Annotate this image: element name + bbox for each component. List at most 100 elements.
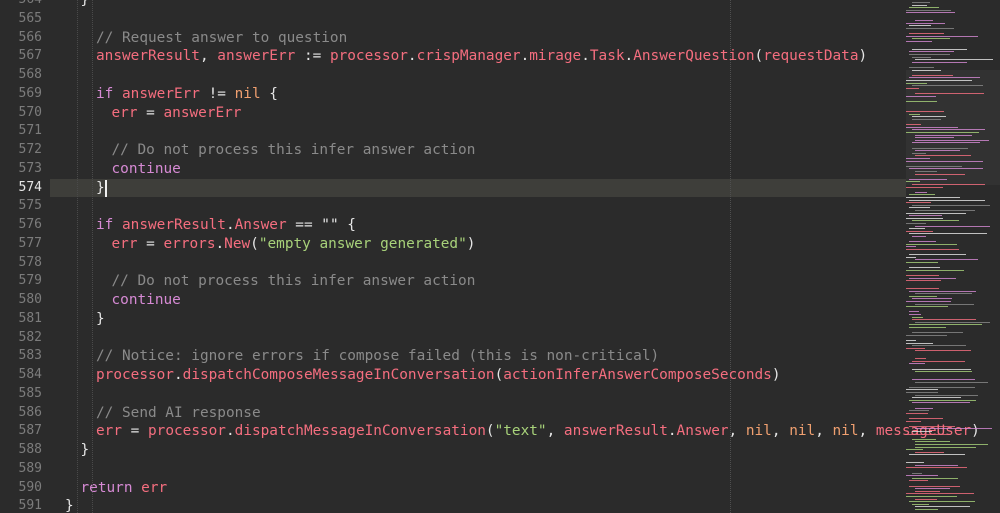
minimap-line <box>906 41 932 42</box>
minimap-line <box>912 431 933 432</box>
minimap-line <box>906 12 956 14</box>
line-number: 569 <box>18 85 42 101</box>
line-number: 577 <box>18 235 42 251</box>
minimap-line <box>909 33 944 35</box>
minimap-line <box>912 4 928 6</box>
minimap-line <box>915 225 990 227</box>
minimap-line <box>909 267 940 269</box>
active-line-highlight <box>50 178 906 198</box>
minimap-line <box>912 220 959 222</box>
minimap-line <box>909 254 966 256</box>
line-number: 565 <box>18 10 42 26</box>
code-token: . <box>624 48 634 65</box>
line-number-gutter: 564565 566 567 568 569 570 571 572 573 574 575 576 5… <box>0 0 50 513</box>
code-token: } <box>65 498 74 513</box>
minimap-line <box>912 2 931 3</box>
code-token: continue <box>111 292 181 308</box>
indent-guide <box>92 0 93 513</box>
code-area[interactable]: }// Request answer to question answerResu… <box>50 0 980 513</box>
code-line: err = processor.dispatchMessageInConvers… <box>96 422 980 441</box>
code-line: answerResult, answerErr := processor.cri… <box>96 47 867 66</box>
minimap-line <box>912 477 959 479</box>
minimap-line <box>906 28 955 29</box>
minimap-line <box>906 420 921 422</box>
minimap-line <box>909 314 922 315</box>
code-editor[interactable]: 564565 566 567 568 569 570 571 572 573 574 575 576 5… <box>0 0 1000 513</box>
minimap-line <box>909 7 939 9</box>
minimap-line <box>912 503 929 505</box>
minimap-line <box>906 230 934 232</box>
minimap-line <box>915 139 990 141</box>
minimap-line <box>906 449 923 451</box>
minimap-line <box>915 488 950 490</box>
line-number: 584 <box>18 367 42 382</box>
minimap-line <box>912 48 968 50</box>
minimap-line <box>906 124 921 126</box>
minimap-line <box>915 321 991 323</box>
minimap-line <box>906 217 944 219</box>
minimap-line <box>906 243 958 245</box>
code-token: , <box>728 423 746 440</box>
line-number: 576 <box>18 217 42 232</box>
code-token: , <box>199 48 218 65</box>
line-number: 578 <box>18 254 42 270</box>
line-number: 588 <box>18 442 42 457</box>
minimap-line <box>912 298 953 300</box>
minimap-line <box>906 95 936 97</box>
indent-guide <box>76 0 78 513</box>
minimap-line <box>906 160 984 162</box>
minimap-line <box>915 303 974 305</box>
minimap-line <box>906 475 938 477</box>
minimap-line <box>906 35 978 37</box>
minimap-line <box>909 277 957 279</box>
line-number: 574 <box>18 179 42 195</box>
minimap-line <box>915 371 972 373</box>
code-line: // Do not process this infer answer acti… <box>112 272 476 291</box>
minimap-line <box>912 368 971 370</box>
code-token: if <box>96 85 122 102</box>
minimap-line <box>915 394 979 396</box>
code-token: nil <box>789 423 816 440</box>
minimap-line <box>912 360 965 362</box>
code-token: . <box>173 367 183 383</box>
minimap-line <box>912 332 964 334</box>
minimap-line <box>912 236 926 237</box>
minimap-line <box>906 301 951 302</box>
code-token: answerResult <box>122 217 226 233</box>
minimap-line <box>912 397 962 399</box>
line-number: 564 <box>0 0 42 10</box>
code-token: } <box>80 0 90 8</box>
minimap-line <box>912 402 971 404</box>
minimap-line <box>912 142 981 144</box>
minimap-line <box>906 467 968 469</box>
minimap-line <box>912 129 986 131</box>
minimap-line <box>912 438 936 440</box>
minimap-line <box>906 132 979 133</box>
code-token: "" <box>321 217 339 233</box>
minimap-line <box>915 441 950 443</box>
minimap-line <box>915 407 934 409</box>
minimap-line <box>912 116 946 118</box>
minimap-line <box>915 150 961 152</box>
line-number: 568 <box>18 67 42 82</box>
line-number: 591 <box>18 498 42 513</box>
minimap[interactable] <box>906 0 1000 513</box>
minimap-line <box>909 199 986 201</box>
minimap-line <box>912 316 924 318</box>
code-token: nil <box>832 423 859 440</box>
minimap-line <box>909 178 948 180</box>
minimap-line <box>906 223 926 224</box>
minimap-line <box>909 168 983 170</box>
code-token: answerResult <box>96 48 200 65</box>
minimap-line <box>906 82 927 84</box>
code-token: nil <box>745 423 772 440</box>
minimap-line <box>906 392 939 393</box>
minimap-line <box>909 228 926 230</box>
minimap-line <box>915 444 989 445</box>
minimap-line <box>909 194 936 196</box>
code-token: dispatchMessageInConversation <box>234 423 486 440</box>
code-token: AnswerQuestion <box>633 48 755 65</box>
minimap-line <box>915 498 937 500</box>
code-token: { <box>260 85 278 102</box>
minimap-line <box>906 181 921 183</box>
